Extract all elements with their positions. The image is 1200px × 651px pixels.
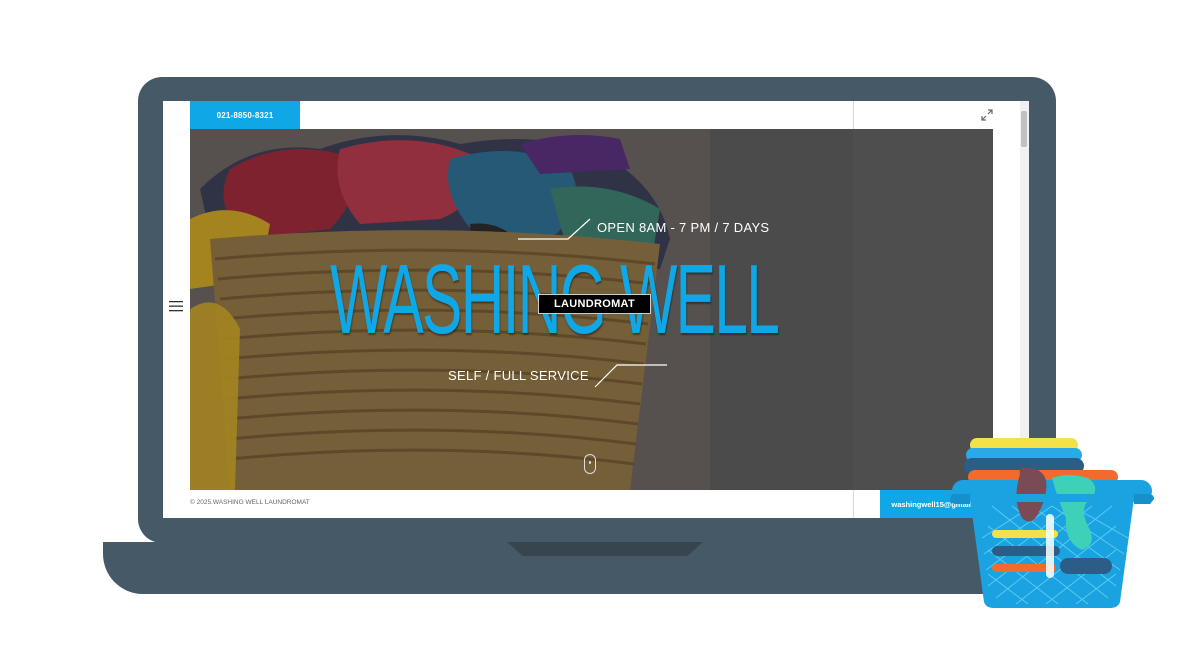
- opening-hours-text: OPEN 8AM - 7 PM / 7 DAYS: [597, 220, 770, 235]
- decorative-line-bottom: [594, 364, 667, 388]
- laundromat-badge: LAUNDROMAT: [538, 294, 652, 314]
- service-type-text: SELF / FULL SERVICE: [448, 368, 589, 383]
- laundry-basket-icon: [950, 438, 1154, 608]
- hero-section: OPEN 8AM - 7 PM / 7 DAYS WASHING WELL LA…: [190, 129, 993, 490]
- laptop-hinge: [507, 542, 703, 556]
- decorative-line-top: [518, 218, 591, 240]
- expand-arrows-icon[interactable]: [981, 109, 993, 121]
- mouse-scroll-icon[interactable]: [584, 454, 596, 474]
- copyright-text: © 2025.WASHING WELL LAUNDROMAT: [190, 499, 310, 506]
- hamburger-menu-icon[interactable]: [168, 299, 184, 313]
- scrollbar-thumb[interactable]: [1021, 111, 1027, 147]
- laptop-screen: 021-8850-8321 OPEN 8AM - 7 PM / 7 DAYS W…: [163, 101, 1029, 518]
- phone-number-button[interactable]: 021-8850-8321: [190, 101, 300, 129]
